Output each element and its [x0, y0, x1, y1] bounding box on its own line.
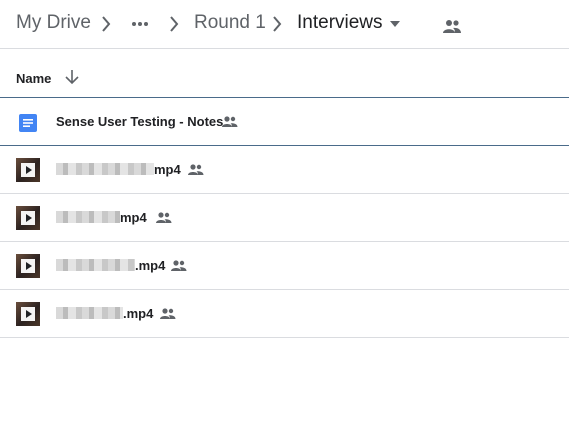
shared-folder-icon[interactable] — [442, 18, 462, 34]
play-icon — [21, 307, 35, 321]
file-row[interactable]: mp4 — [0, 194, 569, 242]
video-thumbnail — [16, 254, 40, 278]
chevron-right-icon — [170, 16, 179, 32]
shared-icon — [160, 308, 176, 319]
file-name: .mp4 — [56, 258, 165, 273]
shared-icon — [188, 164, 204, 175]
file-name: mp4 — [56, 210, 147, 225]
video-thumbnail — [16, 206, 40, 230]
list-header: Name — [0, 49, 569, 98]
file-name: .mp4 — [56, 306, 153, 321]
caret-down-icon[interactable] — [390, 20, 400, 28]
shared-icon — [156, 212, 172, 223]
file-row[interactable]: Sense User Testing - Notes — [0, 98, 569, 146]
chevron-right-icon — [273, 16, 282, 32]
redacted-text — [56, 307, 123, 319]
breadcrumb-current-folder[interactable]: Interviews — [297, 12, 383, 34]
video-thumbnail — [16, 158, 40, 182]
file-row[interactable]: .mp4 — [0, 290, 569, 338]
file-row[interactable]: mp4 — [0, 146, 569, 194]
breadcrumb-item-my-drive[interactable]: My Drive — [16, 12, 91, 34]
column-header-name[interactable]: Name — [16, 71, 51, 86]
redacted-text — [56, 259, 135, 271]
more-horizontal-icon[interactable] — [131, 16, 149, 32]
redacted-text — [56, 211, 120, 223]
file-row[interactable]: .mp4 — [0, 242, 569, 290]
shared-icon — [171, 260, 187, 271]
play-icon — [21, 163, 35, 177]
chevron-right-icon — [102, 16, 111, 32]
breadcrumb-item-round-1[interactable]: Round 1 — [194, 12, 266, 34]
google-docs-icon — [19, 114, 37, 132]
file-extension: mp4 — [154, 162, 181, 177]
file-extension: .mp4 — [135, 258, 166, 273]
shared-icon — [222, 116, 238, 127]
play-icon — [21, 211, 35, 225]
file-name: Sense User Testing - Notes — [56, 114, 224, 129]
redacted-text — [56, 163, 154, 175]
breadcrumb: My Drive Round 1 Interviews — [0, 0, 569, 49]
sort-arrow-down-icon[interactable] — [64, 68, 80, 86]
file-extension: .mp4 — [123, 306, 154, 321]
video-thumbnail — [16, 302, 40, 326]
file-name: mp4 — [56, 162, 181, 177]
file-extension: mp4 — [120, 210, 147, 225]
play-icon — [21, 259, 35, 273]
